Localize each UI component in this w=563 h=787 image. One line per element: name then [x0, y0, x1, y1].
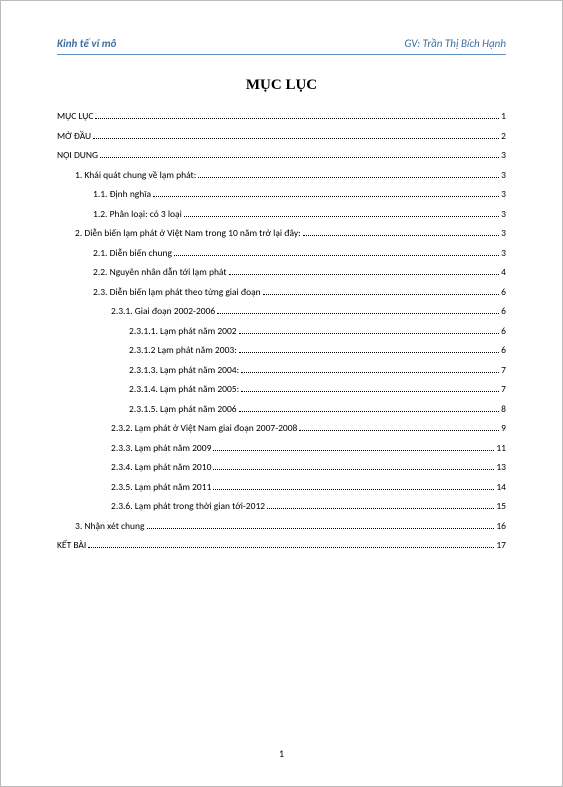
- toc-entry-label: 2.3.1. Giai đoạn 2002-2006: [111, 307, 215, 317]
- toc-entry-label: 2.2. Nguyên nhân dẫn tới lạm phát: [93, 268, 227, 278]
- toc-leader-dots: [213, 444, 494, 451]
- toc-entry-page: 14: [496, 483, 506, 493]
- toc-entry-page: 1: [501, 112, 506, 122]
- toc-entry-page: 3: [501, 229, 506, 239]
- header-right: GV: Trần Thị Bích Hạnh: [404, 37, 506, 50]
- toc-entry-label: MỤC LỤC: [57, 112, 93, 122]
- toc-entry-page: 15: [496, 502, 506, 512]
- toc-leader-dots: [213, 463, 494, 470]
- toc-entry-label: 2.3.1.2 Lạm phát năm 2003:: [129, 346, 237, 356]
- toc-leader-dots: [95, 112, 499, 119]
- toc-entry-page: 2: [501, 132, 506, 142]
- toc-row: 2.2. Nguyên nhân dẫn tới lạm phát 4: [93, 268, 506, 278]
- toc-leader-dots: [239, 346, 499, 353]
- toc-leader-dots: [217, 307, 499, 314]
- toc-row: 2.3. Diễn biến lạm phát theo từng giai đ…: [93, 288, 506, 298]
- toc-leader-dots: [213, 483, 494, 490]
- toc-entry-page: 17: [496, 541, 506, 551]
- toc-leader-dots: [174, 249, 499, 256]
- toc-row: 2.3.5. Lạm phát năm 2011 14: [111, 483, 506, 493]
- table-of-contents: MỤC LỤC1MỞ ĐẦU2NỘI DUNG31. Khái quát chu…: [57, 112, 506, 551]
- toc-entry-page: 4: [501, 268, 506, 278]
- toc-entry-page: 16: [496, 522, 506, 532]
- toc-leader-dots: [239, 327, 500, 334]
- toc-leader-dots: [239, 405, 500, 412]
- page-header: Kinh tế vĩ mô GV: Trần Thị Bích Hạnh: [57, 37, 506, 55]
- toc-entry-label: 2.3.2. Lạm phát ở Việt Nam giai đoạn 200…: [111, 424, 297, 434]
- toc-leader-dots: [147, 522, 495, 529]
- toc-leader-dots: [303, 229, 499, 236]
- toc-row: 2.3.1. Giai đoạn 2002-2006 6: [111, 307, 506, 317]
- toc-leader-dots: [299, 424, 499, 431]
- toc-row: 1.2. Phân loại: có 3 loại 3: [93, 210, 506, 220]
- toc-entry-label: 2.1. Diễn biến chung: [93, 249, 172, 259]
- toc-row: 3. Nhận xét chung 16: [75, 522, 506, 532]
- toc-entry-label: 2.3.1.5. Lạm phát năm 2006: [129, 405, 237, 415]
- toc-row: 2.3.1.2 Lạm phát năm 2003: 6: [129, 346, 506, 356]
- toc-row: 2.3.1.3. Lạm phát năm 2004: 7: [129, 366, 506, 376]
- toc-leader-dots: [229, 268, 500, 275]
- page-title: MỤC LỤC: [57, 77, 506, 94]
- toc-row: 1.1. Định nghĩa 3: [93, 190, 506, 200]
- toc-leader-dots: [263, 288, 500, 295]
- toc-entry-page: 6: [501, 346, 506, 356]
- toc-row: 1. Khái quát chung về lạm phát: 3: [75, 171, 506, 181]
- toc-entry-label: 2.3.1.1. Lạm phát năm 2002: [129, 327, 237, 337]
- toc-entry-page: 8: [501, 405, 506, 415]
- toc-row: 2.3.1.1. Lạm phát năm 2002 6: [129, 327, 506, 337]
- toc-entry-label: MỞ ĐẦU: [57, 132, 91, 142]
- toc-entry-page: 6: [501, 288, 506, 298]
- toc-row: MỤC LỤC 1: [57, 112, 506, 122]
- page-number: 1: [1, 747, 562, 760]
- toc-entry-label: 3. Nhận xét chung: [75, 522, 145, 532]
- toc-leader-dots: [184, 210, 499, 217]
- document-page: Kinh tế vĩ mô GV: Trần Thị Bích Hạnh MỤC…: [0, 0, 563, 787]
- toc-leader-dots: [241, 366, 499, 373]
- header-left: Kinh tế vĩ mô: [57, 37, 116, 50]
- toc-row: KẾT BÀI 17: [57, 541, 506, 551]
- toc-row: 2. Diễn biến lạm phát ở Việt Nam trong 1…: [75, 229, 506, 239]
- toc-row: 2.1. Diễn biến chung 3: [93, 249, 506, 259]
- toc-entry-page: 7: [501, 366, 506, 376]
- toc-row: 2.3.4. Lạm phát năm 2010 13: [111, 463, 506, 473]
- toc-entry-page: 3: [501, 190, 506, 200]
- toc-entry-page: 9: [501, 424, 506, 434]
- toc-row: MỞ ĐẦU 2: [57, 132, 506, 142]
- toc-entry-page: 3: [501, 171, 506, 181]
- toc-entry-label: 2.3.6. Lạm phát trong thời gian tới-2012: [111, 502, 265, 512]
- toc-entry-label: 2. Diễn biến lạm phát ở Việt Nam trong 1…: [75, 229, 301, 239]
- toc-leader-dots: [93, 132, 499, 139]
- toc-entry-label: NỘI DUNG: [57, 151, 98, 161]
- toc-row: 2.3.6. Lạm phát trong thời gian tới-2012…: [111, 502, 506, 512]
- toc-leader-dots: [267, 502, 494, 509]
- toc-entry-page: 13: [496, 463, 506, 473]
- toc-entry-label: 1.2. Phân loại: có 3 loại: [93, 210, 182, 220]
- toc-entry-label: 2.3.5. Lạm phát năm 2011: [111, 483, 211, 493]
- toc-entry-label: 1. Khái quát chung về lạm phát:: [75, 171, 196, 181]
- toc-entry-label: 2.3.3. Lạm phát năm 2009: [111, 444, 211, 454]
- toc-row: 2.3.2. Lạm phát ở Việt Nam giai đoạn 200…: [111, 424, 506, 434]
- toc-row: 2.3.1.5. Lạm phát năm 2006 8: [129, 405, 506, 415]
- toc-entry-page: 7: [501, 385, 506, 395]
- toc-leader-dots: [198, 171, 499, 178]
- toc-row: 2.3.3. Lạm phát năm 2009 11: [111, 444, 506, 454]
- toc-leader-dots: [153, 190, 499, 197]
- toc-entry-label: 2.3.4. Lạm phát năm 2010: [111, 463, 211, 473]
- toc-entry-label: KẾT BÀI: [57, 541, 86, 551]
- toc-leader-dots: [241, 385, 499, 392]
- toc-row: NỘI DUNG 3: [57, 151, 506, 161]
- toc-leader-dots: [100, 151, 499, 158]
- toc-row: 2.3.1.4. Lạm phát năm 2005: 7: [129, 385, 506, 395]
- toc-entry-page: 6: [501, 327, 506, 337]
- toc-entry-page: 3: [501, 210, 506, 220]
- toc-entry-page: 11: [496, 444, 506, 454]
- toc-entry-page: 6: [501, 307, 506, 317]
- toc-leader-dots: [88, 541, 494, 548]
- toc-entry-label: 2.3.1.3. Lạm phát năm 2004:: [129, 366, 239, 376]
- toc-entry-label: 2.3. Diễn biến lạm phát theo từng giai đ…: [93, 288, 261, 298]
- toc-entry-label: 1.1. Định nghĩa: [93, 190, 151, 200]
- toc-entry-page: 3: [501, 249, 506, 259]
- toc-entry-label: 2.3.1.4. Lạm phát năm 2005:: [129, 385, 239, 395]
- toc-entry-page: 3: [501, 151, 506, 161]
